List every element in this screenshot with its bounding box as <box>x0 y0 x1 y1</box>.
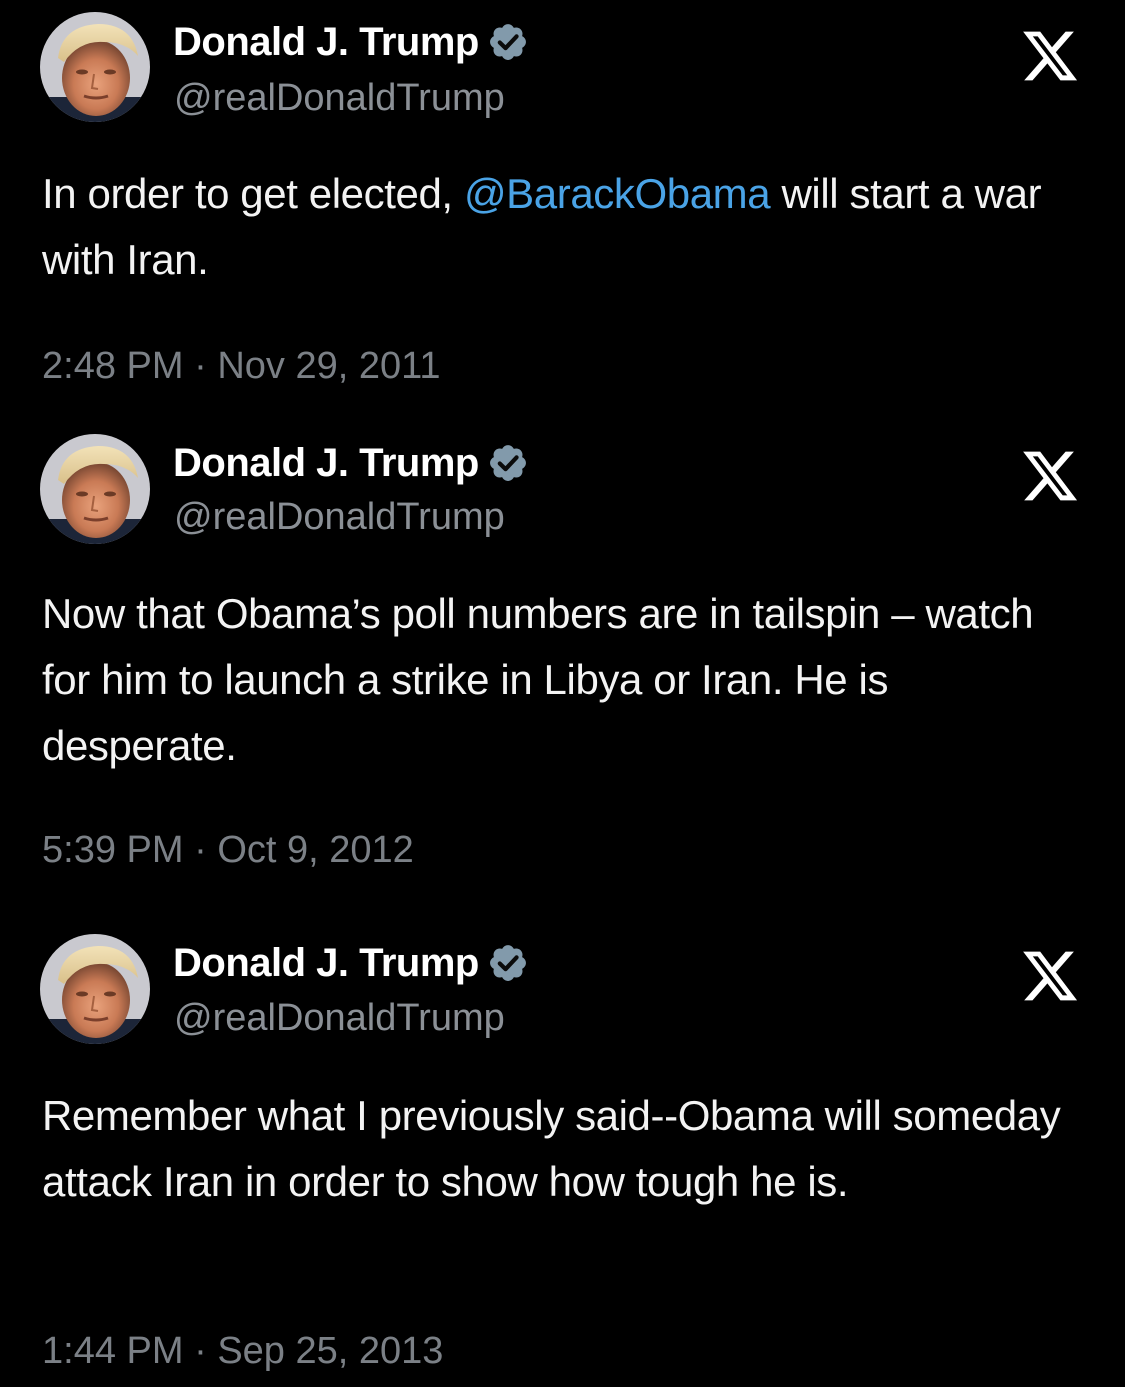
verified-badge-icon <box>487 442 529 484</box>
tweet-date: Oct 9, 2012 <box>217 829 414 871</box>
author-handle[interactable]: @realDonaldTrump <box>174 996 505 1040</box>
author-name-row: Donald J. Trump <box>173 20 529 64</box>
author-name-row: Donald J. Trump <box>173 941 529 985</box>
author-display-name[interactable]: Donald J. Trump <box>173 441 479 485</box>
author-handle[interactable]: @realDonaldTrump <box>174 495 505 539</box>
x-logo-icon <box>1020 26 1080 86</box>
tweet-timestamp[interactable]: 1:44 PM · Sep 25, 2013 <box>42 1329 443 1373</box>
author-handle[interactable]: @realDonaldTrump <box>174 76 505 120</box>
tweet-text: Now that Obama’s poll numbers are in tai… <box>42 590 1034 769</box>
tweet-timestamp[interactable]: 5:39 PM · Oct 9, 2012 <box>42 828 414 872</box>
tweet-time: 2:48 PM <box>42 345 184 387</box>
verified-badge-icon <box>487 21 529 63</box>
tweet-text: Remember what I previously said--Obama w… <box>42 1092 1061 1205</box>
x-logo-icon <box>1020 946 1080 1006</box>
author-display-name[interactable]: Donald J. Trump <box>173 941 479 985</box>
timestamp-separator: · <box>194 829 207 871</box>
tweet-date: Sep 25, 2013 <box>217 1330 444 1372</box>
avatar[interactable] <box>40 12 150 122</box>
x-logo-icon <box>1020 446 1080 506</box>
tweet-time: 5:39 PM <box>42 829 184 871</box>
avatar[interactable] <box>40 434 150 544</box>
tweet-text: In order to get elected, @BarackObama wi… <box>42 161 1092 293</box>
author-display-name[interactable]: Donald J. Trump <box>173 20 479 64</box>
timestamp-separator: · <box>194 1330 207 1372</box>
tweet-timestamp[interactable]: 2:48 PM · Nov 29, 2011 <box>42 344 441 388</box>
timestamp-separator: · <box>194 345 207 387</box>
tweet-time: 1:44 PM <box>42 1330 184 1372</box>
verified-badge-icon <box>487 942 529 984</box>
avatar[interactable] <box>40 934 150 1044</box>
mention-link[interactable]: @BarackObama <box>464 170 771 217</box>
tweet-text-before: In order to get elected, <box>42 170 464 217</box>
author-name-row: Donald J. Trump <box>173 441 529 485</box>
tweet-date: Nov 29, 2011 <box>217 345 441 387</box>
